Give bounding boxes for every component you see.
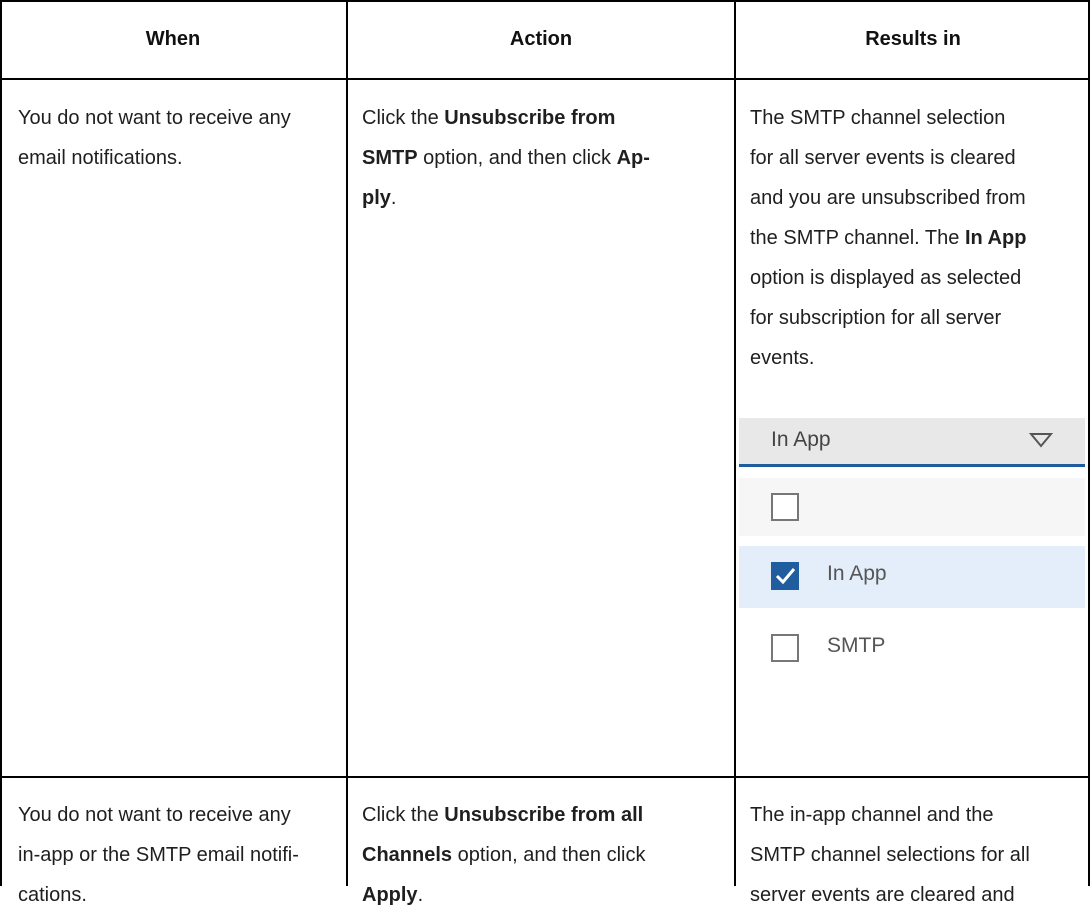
text-line: for subscription for all server [750, 298, 1085, 338]
checkmark-icon [775, 568, 796, 585]
text-line: The SMTP channel selection [750, 98, 1085, 138]
bold-text: In App [964, 227, 1027, 249]
text-run: The in-app channel and the [750, 804, 994, 826]
text-line: Click the Unsubscribe from [362, 98, 727, 138]
text-run: and you are unsubscribed from [750, 187, 1026, 209]
text-run: Click the [362, 107, 445, 129]
row1-action: Click the Unsubscribe from SMTP option, a… [362, 98, 727, 218]
checkbox-unchecked[interactable] [771, 634, 799, 662]
dropdown-selected-value: In App [771, 428, 831, 451]
bold-text: ply [362, 187, 391, 209]
row1-result: The SMTP channel selection for all server… [750, 98, 1085, 378]
text-run: . [417, 884, 424, 906]
text-run: Click the [362, 804, 445, 826]
text-line: Apply. [362, 875, 727, 915]
header-divider [0, 78, 1090, 80]
text-run: server events are cleared and [750, 884, 1015, 906]
text-line: and you are unsubscribed from [750, 178, 1085, 218]
text-run: option, and then click [452, 844, 646, 866]
text-line: for all server events is cleared [750, 138, 1085, 178]
bold-text: SMTP [362, 147, 418, 169]
text-run: for subscription for all server [750, 307, 1002, 329]
text-run: events. [750, 347, 815, 369]
bold-text: Apply [362, 884, 418, 906]
text-run: option is displayed as selected [750, 267, 1022, 289]
text-run: for all server events is cleared [750, 147, 1016, 169]
option-label: In App [827, 562, 887, 585]
text-line: SMTP option, and then click Ap- [362, 138, 727, 178]
text-line: Channels option, and then click [362, 835, 727, 875]
text-line: ply. [362, 178, 727, 218]
header-results: Results in [865, 27, 961, 50]
text-line: events. [750, 338, 1085, 378]
dropdown-option-smtp[interactable]: SMTP [739, 618, 1085, 676]
text-line: cations. [18, 884, 87, 906]
row2-result: The in-app channel and the SMTP channel s… [750, 795, 1085, 915]
dropdown-option-blank[interactable] [739, 478, 1085, 536]
checkbox-checked[interactable] [771, 562, 799, 590]
checkbox-unchecked[interactable] [771, 493, 799, 521]
column-divider-1 [346, 0, 348, 886]
row2-when: You do not want to receive any in-app or… [18, 795, 338, 915]
text-line: server events are cleared and [750, 875, 1085, 915]
notification-table: When Action Results in You do not want t… [0, 0, 1090, 906]
channel-dropdown-screenshot: In App In App SMTP [739, 418, 1085, 748]
bold-text: Ap- [616, 147, 650, 169]
table-border-left [0, 0, 2, 886]
text-line: email notifications. [18, 147, 183, 169]
text-line: option is displayed as selected [750, 258, 1085, 298]
row-divider [0, 776, 1090, 778]
row1-when: You do not want to receive any email not… [18, 98, 338, 178]
triangle-down-icon [1029, 433, 1053, 448]
text-run: The SMTP channel selection [750, 107, 1006, 129]
text-run: the SMTP channel. The [750, 227, 965, 249]
text-line: in-app or the SMTP email notifi- [18, 844, 299, 866]
text-run: . [390, 187, 397, 209]
option-label: SMTP [827, 634, 886, 657]
row2-action: Click the Unsubscribe from all Channels o… [362, 795, 727, 915]
text-line: You do not want to receive any [18, 804, 291, 826]
text-line: SMTP channel selections for all [750, 835, 1085, 875]
text-line: The in-app channel and the [750, 795, 1085, 835]
header-action: Action [509, 27, 573, 50]
bold-text: Channels [362, 844, 453, 866]
column-divider-2 [734, 0, 736, 886]
text-line: You do not want to receive any [18, 107, 291, 129]
text-line: Click the Unsubscribe from all [362, 795, 727, 835]
dropdown-field[interactable]: In App [739, 418, 1085, 467]
header-when: When [145, 27, 201, 50]
text-run: option, and then click [417, 147, 617, 169]
text-run: SMTP channel selections for all [750, 844, 1030, 866]
dropdown-option-in-app[interactable]: In App [739, 546, 1085, 608]
bold-text: Unsubscribe from all [444, 804, 644, 826]
bold-text: Unsubscribe from [444, 107, 616, 129]
text-line: the SMTP channel. The In App [750, 218, 1085, 258]
